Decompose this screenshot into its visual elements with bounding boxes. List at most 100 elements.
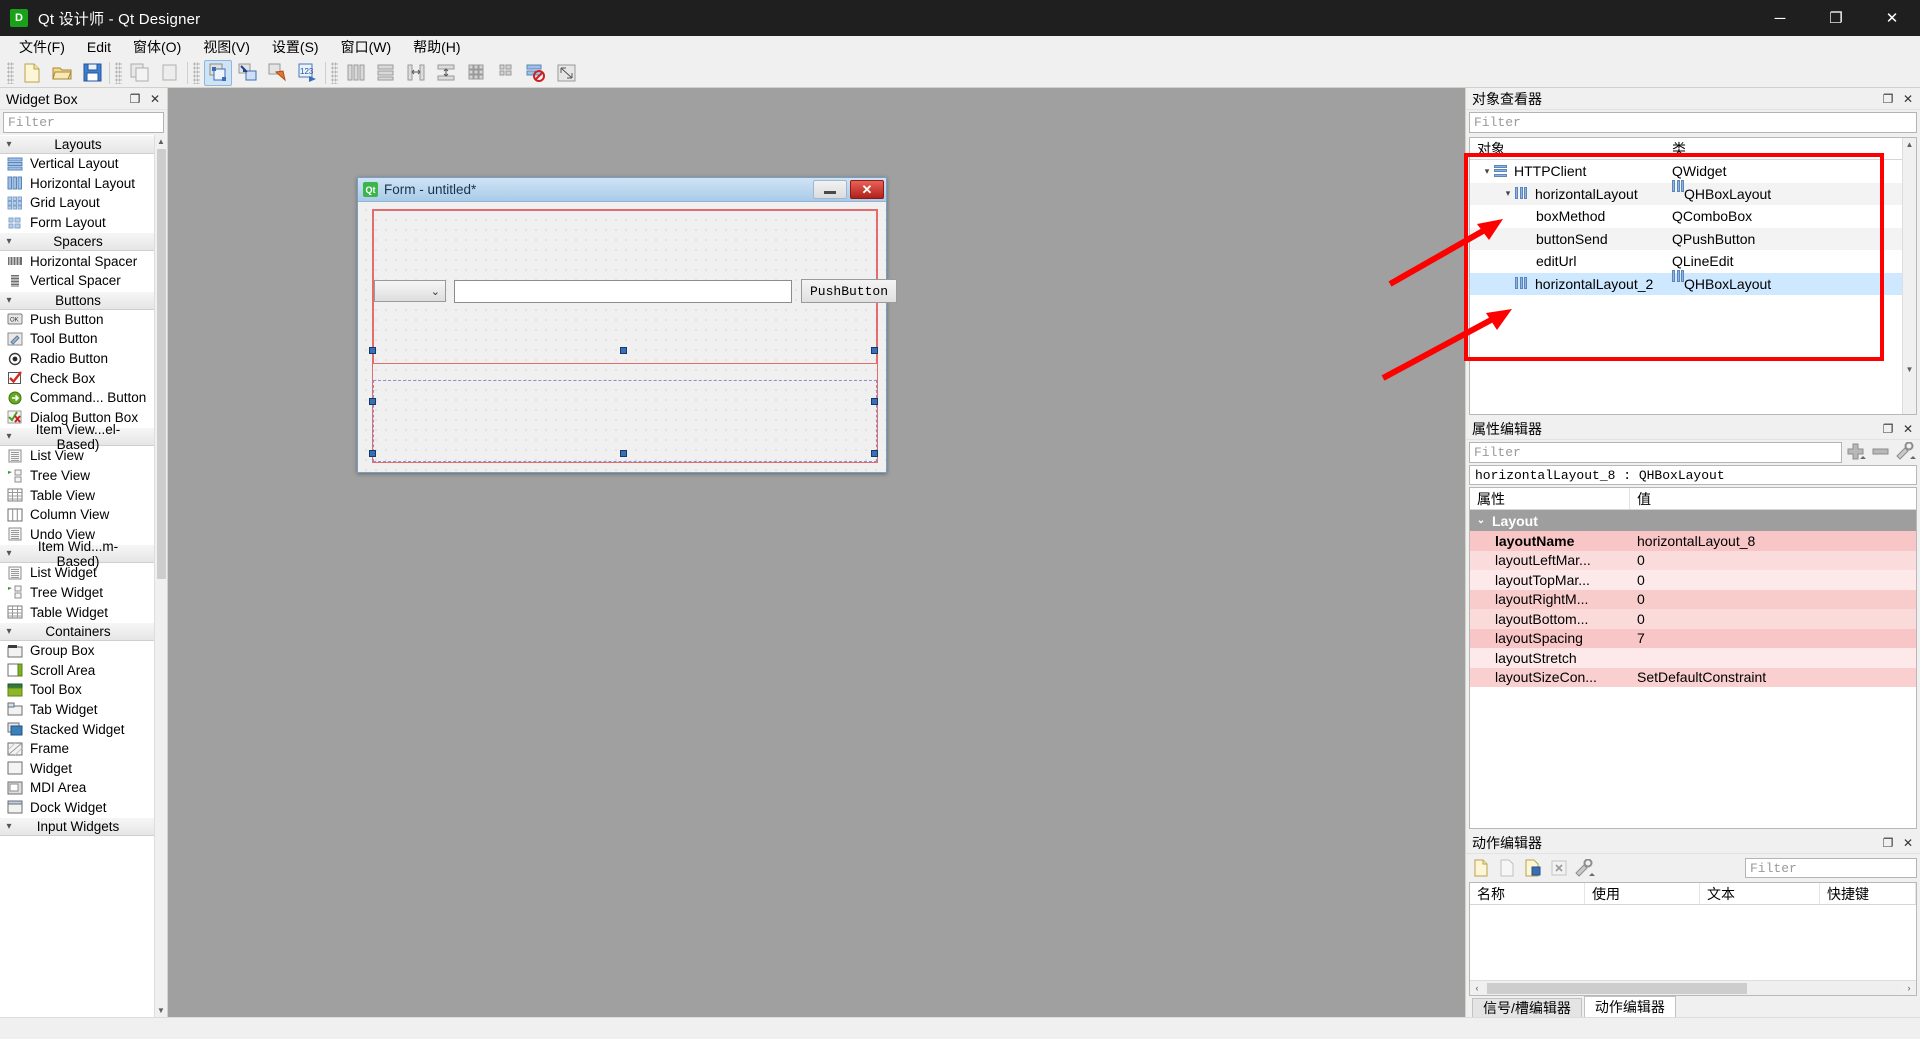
resize-handle[interactable] <box>871 450 878 457</box>
paste-icon[interactable] <box>156 60 184 86</box>
widget-box-item-horizontal-layout[interactable]: Horizontal Layout <box>0 173 154 194</box>
widget-box-category-item-view-el-based[interactable]: ▾ Item View...el-Based) <box>0 422 154 452</box>
chevron-down-icon[interactable]: ⌄ <box>1470 515 1492 526</box>
edit-tab-order-icon[interactable]: 123 <box>294 60 322 86</box>
pushbutton-buttonSend[interactable]: PushButton <box>801 279 898 303</box>
menu-window[interactable]: 窗口(W) <box>330 35 403 59</box>
hscrollbar-track[interactable] <box>1484 982 1902 994</box>
configure-action-icon[interactable] <box>1573 857 1597 879</box>
property-row[interactable]: layoutSizeCon... SetDefaultConstraint <box>1470 667 1916 688</box>
widget-box-item-tool-button[interactable]: Tool Button <box>0 329 154 349</box>
resize-handle[interactable] <box>369 398 376 405</box>
object-inspector-scrollbar[interactable]: ▲ ▼ <box>1902 138 1916 414</box>
tab-action-editor[interactable]: 动作编辑器 <box>1583 996 1676 1017</box>
layout-splitter-h-icon[interactable] <box>402 60 430 86</box>
toolbar-grip[interactable] <box>193 61 200 84</box>
chevron-down-icon[interactable]: ▾ <box>0 236 18 247</box>
adjust-size-icon[interactable] <box>552 60 580 86</box>
chevron-down-icon[interactable]: ▾ <box>0 821 18 832</box>
property-value[interactable]: 0 <box>1630 590 1916 610</box>
widget-box-item-group-box[interactable]: Group Box <box>0 640 154 661</box>
form-window[interactable]: Qt Form - untitled* ✕ ⌄ PushButton <box>357 177 898 473</box>
new-file-icon[interactable] <box>18 60 46 86</box>
widget-box-item-widget[interactable]: Widget <box>0 758 154 779</box>
scroll-up-icon[interactable]: ▲ <box>154 135 167 148</box>
action-editor-body[interactable] <box>1470 905 1916 980</box>
widget-box-item-vertical-layout[interactable]: Vertical Layout <box>0 154 154 174</box>
property-value[interactable]: 7 <box>1630 629 1916 649</box>
chevron-down-icon[interactable]: ▾ <box>1501 188 1515 199</box>
object-inspector-row[interactable]: buttonSend QPushButton <box>1470 227 1916 250</box>
tab-signal-slot-editor[interactable]: 信号/槽编辑器 <box>1472 998 1582 1017</box>
window-minimize-button[interactable]: ─ <box>1752 0 1808 36</box>
scroll-down-icon[interactable]: ▼ <box>1903 363 1916 376</box>
column-header-name[interactable]: 名称 <box>1470 883 1585 904</box>
column-header-object[interactable]: 对象 <box>1470 138 1665 159</box>
configure-icon[interactable] <box>1895 441 1917 463</box>
resize-handle[interactable] <box>620 450 627 457</box>
action-editor-hscrollbar[interactable]: ‹ › <box>1470 980 1916 995</box>
widget-box-item-grid-layout[interactable]: Grid Layout <box>0 193 154 213</box>
resize-handle[interactable] <box>369 347 376 354</box>
edit-buddies-icon[interactable] <box>264 60 292 86</box>
toolbar-grip[interactable] <box>115 61 122 84</box>
action-editor-close-button[interactable]: ✕ <box>1900 835 1916 851</box>
widget-box-item-horizontal-spacer[interactable]: Horizontal Spacer <box>0 251 154 271</box>
object-inspector-filter-input[interactable]: Filter <box>1469 112 1917 133</box>
widget-box-category-spacers[interactable]: ▾ Spacers <box>0 232 154 252</box>
property-row[interactable]: layoutStretch <box>1470 648 1916 668</box>
widget-box-item-tree-widget[interactable]: Tree Widget <box>0 582 154 603</box>
property-value[interactable]: horizontalLayout_8 <box>1630 531 1916 551</box>
menu-edit[interactable]: Edit <box>76 37 122 57</box>
object-inspector-row[interactable]: ▾ horizontalLayout QHBoxLayout <box>1470 179 1916 205</box>
action-editor-filter-input[interactable]: Filter <box>1745 858 1917 878</box>
window-close-button[interactable]: ✕ <box>1864 0 1920 36</box>
open-folder-icon[interactable] <box>48 60 76 86</box>
break-layout-icon[interactable] <box>522 60 550 86</box>
widget-box-item-command-button[interactable]: Command... Button <box>0 387 154 408</box>
property-row[interactable]: layoutBottom... 0 <box>1470 609 1916 629</box>
menu-form[interactable]: 窗体(O) <box>122 35 192 59</box>
column-header-text[interactable]: 文本 <box>1700 883 1820 904</box>
widget-box-category-item-wid-m-based[interactable]: ▾ Item Wid...m-Based) <box>0 539 154 569</box>
action-editor-table[interactable]: 名称 使用 文本 快捷键 ‹ › <box>1469 882 1917 996</box>
object-inspector-tree[interactable]: 对象 类 ▾ HTTPClient QWidget ▾ horizontalLayout… <box>1469 137 1917 415</box>
widget-box-item-check-box[interactable]: Check Box <box>0 368 154 388</box>
chevron-down-icon[interactable]: ▾ <box>0 139 18 150</box>
property-value[interactable]: 0 <box>1630 609 1916 629</box>
widget-box-item-dock-widget[interactable]: Dock Widget <box>0 797 154 818</box>
widget-box-item-column-view[interactable]: Column View <box>0 504 154 525</box>
widget-box-item-table-view[interactable]: Table View <box>0 485 154 505</box>
scrollbar-thumb[interactable] <box>156 149 166 579</box>
object-inspector-row[interactable]: boxMethod QComboBox <box>1470 205 1916 228</box>
action-editor-float-button[interactable]: ❐ <box>1880 835 1896 851</box>
form-body[interactable]: ⌄ PushButton <box>358 202 898 472</box>
property-editor-close-button[interactable]: ✕ <box>1900 421 1916 437</box>
menu-view[interactable]: 视图(V) <box>192 35 261 59</box>
widget-box-item-frame[interactable]: Frame <box>0 738 154 759</box>
property-row[interactable]: layoutTopMar... 0 <box>1470 570 1916 590</box>
combobox-boxMethod[interactable]: ⌄ <box>374 280 446 302</box>
widget-box-item-stacked-widget[interactable]: Stacked Widget <box>0 719 154 739</box>
menu-file[interactable]: 文件(F) <box>8 35 76 59</box>
widget-box-filter-input[interactable]: Filter <box>3 112 164 133</box>
object-inspector-float-button[interactable]: ❐ <box>1880 91 1896 107</box>
widget-box-item-tool-box[interactable]: Tool Box <box>0 680 154 700</box>
new-action-icon[interactable] <box>1469 857 1493 879</box>
form-minimize-button[interactable] <box>813 180 847 199</box>
copy-icon[interactable] <box>126 60 154 86</box>
column-header-shortcut[interactable]: 快捷键 <box>1820 883 1916 904</box>
property-value[interactable]: SetDefaultConstraint <box>1630 668 1916 688</box>
column-header-property[interactable]: 属性 <box>1470 488 1630 509</box>
widget-box-item-tab-widget[interactable]: Tab Widget <box>0 699 154 720</box>
remove-property-icon[interactable] <box>1872 443 1890 462</box>
chevron-down-icon[interactable]: ▾ <box>0 548 18 559</box>
add-property-icon[interactable] <box>1847 442 1867 463</box>
property-value[interactable] <box>1630 648 1916 668</box>
toolbar-grip[interactable] <box>7 61 14 84</box>
property-row[interactable]: layoutLeftMar... 0 <box>1470 550 1916 570</box>
object-inspector-close-button[interactable]: ✕ <box>1900 91 1916 107</box>
property-row[interactable]: layoutName horizontalLayout_8 <box>1470 531 1916 551</box>
scroll-left-icon[interactable]: ‹ <box>1470 983 1484 993</box>
chevron-down-icon[interactable]: ▾ <box>0 431 18 442</box>
